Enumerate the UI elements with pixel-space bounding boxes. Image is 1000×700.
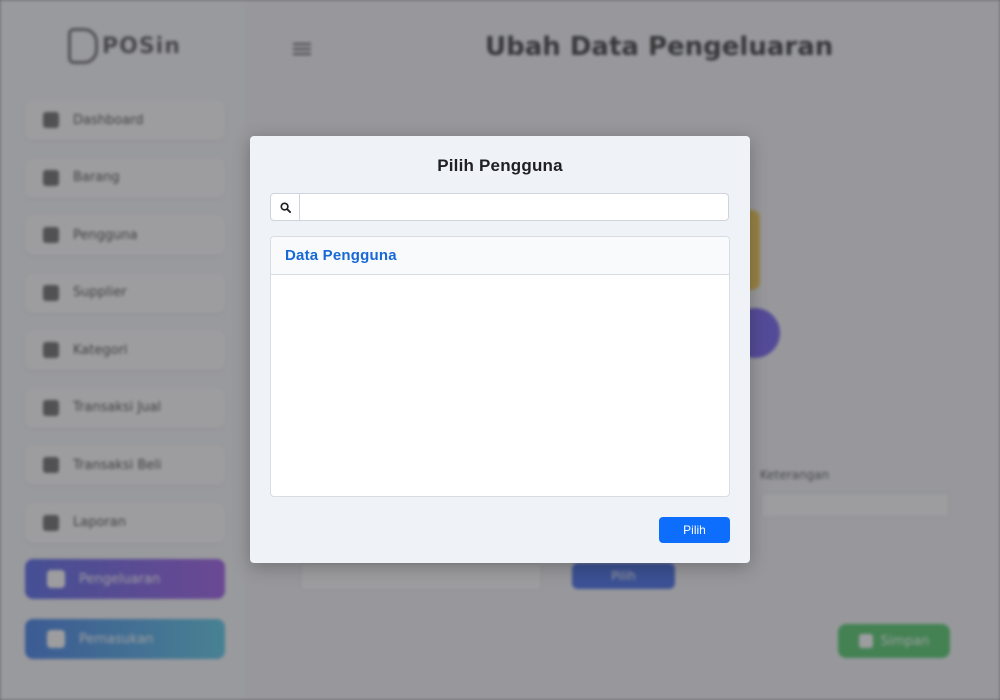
search-input[interactable] xyxy=(300,193,729,221)
select-button[interactable]: Pilih xyxy=(659,517,730,543)
user-data-panel: Data Pengguna xyxy=(270,236,730,497)
search-icon xyxy=(279,201,291,213)
search-button[interactable] xyxy=(270,193,300,221)
user-list xyxy=(271,275,729,496)
select-user-modal: Pilih Pengguna Data Pengguna Pilih xyxy=(250,136,750,563)
modal-title: Pilih Pengguna xyxy=(437,156,563,175)
panel-header: Data Pengguna xyxy=(271,237,729,275)
panel-header-title: Data Pengguna xyxy=(285,247,397,264)
search-bar xyxy=(270,193,729,221)
